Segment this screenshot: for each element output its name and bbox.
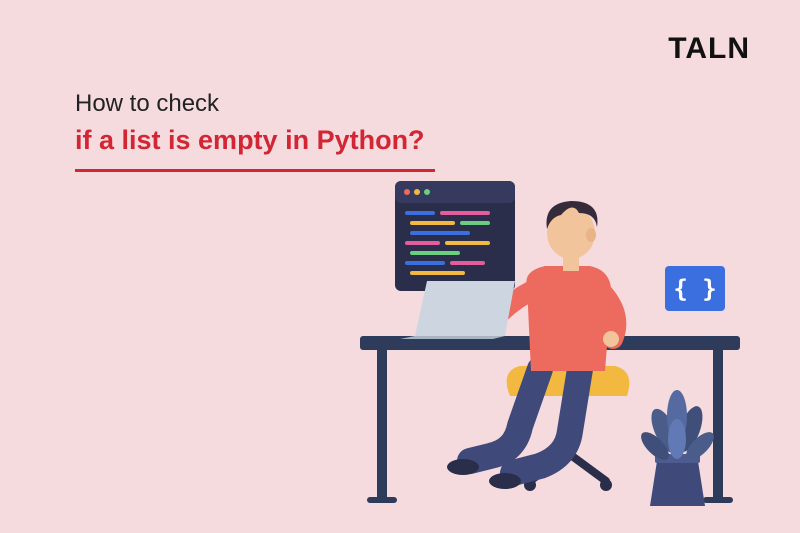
heading-line-2: if a list is empty in Python? [75,125,435,156]
code-window-icon [395,181,515,291]
illustration-svg: { } [355,171,755,511]
developer-illustration: { } [355,171,755,511]
heading-block: How to check if a list is empty in Pytho… [75,90,435,172]
desk-leg-right [713,350,723,500]
heading-line-1: How to check [75,90,435,118]
braces-badge-icon: { } [665,266,725,311]
desk-leg-left [377,350,387,500]
svg-text:{ }: { } [673,275,716,303]
brand-logo: TALN [668,32,750,66]
plant-icon [637,390,719,506]
